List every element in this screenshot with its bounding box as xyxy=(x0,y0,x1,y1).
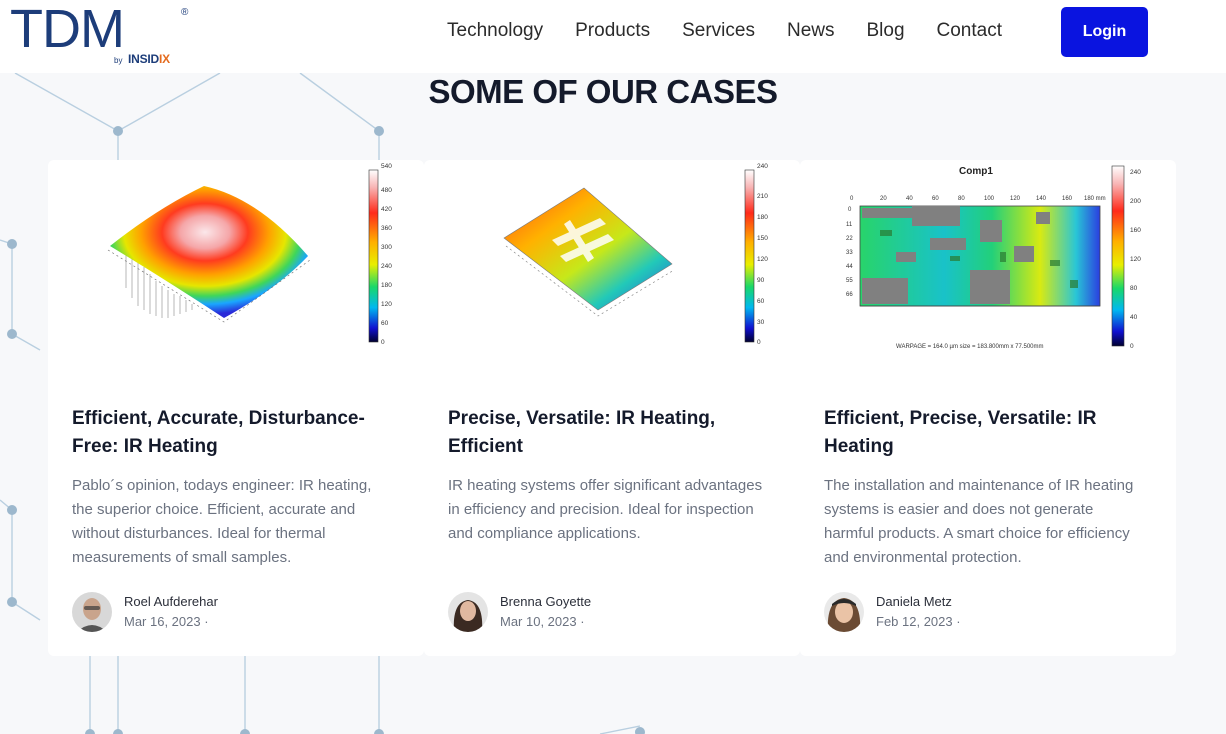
scale-label: 300 xyxy=(381,244,392,251)
scale-label: 240 xyxy=(381,263,392,270)
plot-caption: WARPAGE = 164.0 µm size = 183.800mm x 77… xyxy=(896,344,1044,350)
case-title[interactable]: Efficient, Accurate, Disturbance-Free: I… xyxy=(72,405,392,461)
y-tick: 33 xyxy=(846,250,853,256)
plot-title: Comp1 xyxy=(959,166,993,177)
scale-label: 420 xyxy=(381,206,392,213)
scale-label: 120 xyxy=(381,301,392,308)
logo-wordmark: TDM xyxy=(10,0,125,59)
case-description: IR heating systems offer significant adv… xyxy=(448,477,763,542)
scale-label: 240 xyxy=(1130,169,1141,176)
logo-by-text: by xyxy=(114,56,123,65)
author-name[interactable]: Daniela Metz xyxy=(876,594,952,609)
nav-news[interactable]: News xyxy=(787,19,835,43)
x-tick: 180 mm xyxy=(1084,196,1106,202)
logo-insidix-accent: IX xyxy=(159,52,170,66)
scale-label: 240 xyxy=(757,163,768,170)
x-tick: 80 xyxy=(958,196,965,202)
case-description: The installation and maintenance of IR h… xyxy=(824,477,1134,566)
scale-label: 200 xyxy=(1130,198,1141,205)
case-description: Pablo´s opinion, todays engineer: IR hea… xyxy=(72,477,372,566)
scale-label: 0 xyxy=(381,339,385,346)
scale-label: 540 xyxy=(381,163,392,170)
case-card-2[interactable]: 240 210 180 150 120 90 60 30 0 Precise, … xyxy=(424,160,800,656)
case-image-thermal-dome: 540 480 420 360 300 240 180 120 60 0 xyxy=(107,163,392,346)
main-nav: Technology Products Services News Blog C… xyxy=(447,19,1034,43)
case-author: Daniela Metz Feb 12, 2023 · xyxy=(824,592,1144,632)
nav-contact[interactable]: Contact xyxy=(937,19,1002,43)
scale-label: 60 xyxy=(381,320,389,327)
scale-label: 120 xyxy=(757,256,768,263)
scale-label: 90 xyxy=(757,277,765,284)
x-tick: 140 xyxy=(1036,196,1047,202)
x-tick: 40 xyxy=(906,196,913,202)
scale-label: 40 xyxy=(1130,314,1138,321)
logo-insidix: INSIDIX xyxy=(128,52,170,66)
case-image-thermal-board: 240 210 180 150 120 90 60 30 0 xyxy=(503,163,768,346)
case-image-warpage-map: Comp1 0 20 40 60 80 100 120 140 160 180 … xyxy=(846,165,1141,350)
case-title[interactable]: Efficient, Precise, Versatile: IR Heatin… xyxy=(824,405,1144,461)
scale-label: 210 xyxy=(757,193,768,200)
case-author: Brenna Goyette Mar 10, 2023 · xyxy=(448,592,768,632)
nav-services[interactable]: Services xyxy=(682,19,755,43)
scale-label: 0 xyxy=(757,339,761,346)
y-tick: 66 xyxy=(846,292,853,298)
nav-products[interactable]: Products xyxy=(575,19,650,43)
logo-insidix-main: INSID xyxy=(128,52,160,66)
case-card-1[interactable]: 540 480 420 360 300 240 180 120 60 0 Eff… xyxy=(48,160,424,656)
y-tick: 11 xyxy=(846,222,853,228)
section-title: SOME OF OUR CASES xyxy=(428,73,778,110)
x-tick: 20 xyxy=(880,196,887,202)
login-button[interactable]: Login xyxy=(1061,7,1148,57)
x-tick: 60 xyxy=(932,196,939,202)
scale-label: 180 xyxy=(381,282,392,289)
x-tick: 120 xyxy=(1010,196,1021,202)
tdm-logo[interactable]: TDM ® by INSIDIX xyxy=(10,2,192,66)
x-tick: 160 xyxy=(1062,196,1073,202)
nav-blog[interactable]: Blog xyxy=(866,19,904,43)
logo-registered-mark: ® xyxy=(181,7,189,18)
author-name[interactable]: Brenna Goyette xyxy=(500,594,591,609)
author-name[interactable]: Roel Aufderehar xyxy=(124,594,218,609)
scale-label: 180 xyxy=(757,214,768,221)
case-title[interactable]: Precise, Versatile: IR Heating, Efficien… xyxy=(448,405,768,461)
scale-label: 150 xyxy=(757,235,768,242)
y-tick: 22 xyxy=(846,236,853,242)
case-author: Roel Aufderehar Mar 16, 2023 · xyxy=(72,592,392,632)
post-date: Mar 16, 2023 · xyxy=(124,614,209,629)
post-date: Feb 12, 2023 · xyxy=(876,614,961,629)
scale-label: 60 xyxy=(757,298,765,305)
avatar xyxy=(448,592,488,632)
y-tick: 55 xyxy=(846,278,853,284)
scale-label: 0 xyxy=(1130,343,1134,350)
x-tick: 0 xyxy=(850,196,854,202)
post-date: Mar 10, 2023 · xyxy=(500,614,585,629)
y-tick: 44 xyxy=(846,264,853,270)
site-header: TDM ® by INSIDIX Technology Products Ser… xyxy=(0,0,1226,73)
y-tick: 0 xyxy=(848,207,852,213)
scale-label: 480 xyxy=(381,187,392,194)
scale-label: 120 xyxy=(1130,256,1141,263)
avatar xyxy=(824,592,864,632)
case-card-3[interactable]: Comp1 0 20 40 60 80 100 120 140 160 180 … xyxy=(800,160,1176,656)
scale-label: 80 xyxy=(1130,285,1138,292)
avatar xyxy=(72,592,112,632)
x-tick: 100 xyxy=(984,196,995,202)
scale-label: 160 xyxy=(1130,227,1141,234)
scale-label: 30 xyxy=(757,319,765,326)
scale-label: 360 xyxy=(381,225,392,232)
nav-technology[interactable]: Technology xyxy=(447,19,543,43)
